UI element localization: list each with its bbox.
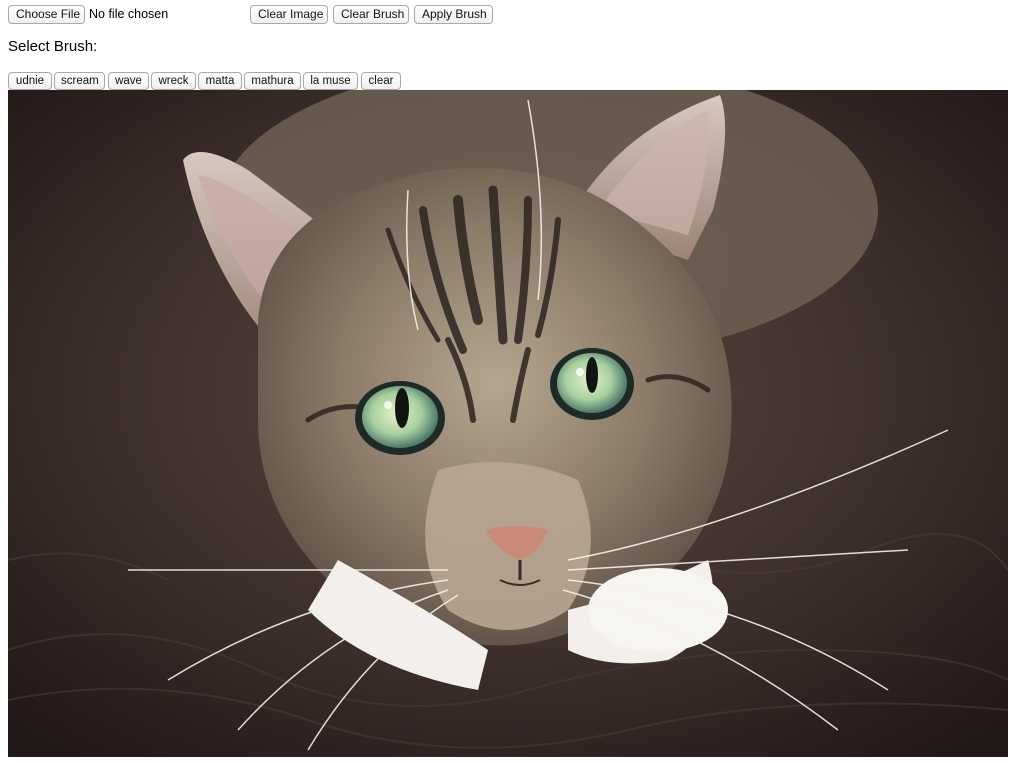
clear-image-button[interactable]: Clear Image xyxy=(250,5,328,24)
choose-file-button[interactable]: Choose File xyxy=(8,5,85,24)
apply-brush-button[interactable]: Apply Brush xyxy=(414,5,493,24)
brush-la-muse-button[interactable]: la muse xyxy=(303,72,358,90)
brush-mathura-button[interactable]: mathura xyxy=(244,72,301,90)
brush-wave-button[interactable]: wave xyxy=(108,72,149,90)
image-canvas[interactable] xyxy=(8,90,1008,757)
cat-photo xyxy=(8,90,1008,757)
brush-wreck-button[interactable]: wreck xyxy=(151,72,196,90)
clear-brush-button[interactable]: Clear Brush xyxy=(333,5,409,24)
brush-clear-button[interactable]: clear xyxy=(361,72,401,90)
brush-udnie-button[interactable]: udnie xyxy=(8,72,52,90)
select-brush-heading: Select Brush: xyxy=(8,38,98,55)
brush-scream-button[interactable]: scream xyxy=(54,72,105,90)
file-status-text: No file chosen xyxy=(89,7,169,21)
brush-matta-button[interactable]: matta xyxy=(198,72,242,90)
